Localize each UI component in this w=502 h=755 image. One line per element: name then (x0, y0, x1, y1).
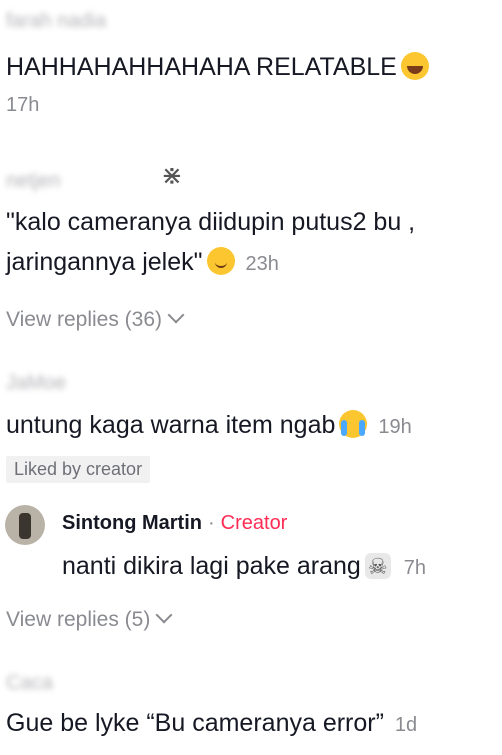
crying-emoji-icon (339, 410, 368, 438)
reply-header: Sintong Martin · Creator (62, 512, 287, 535)
liked-by-creator-badge: Liked by creator (6, 456, 151, 483)
comment-4-username[interactable]: Caca (6, 672, 53, 695)
comment-1-username[interactable]: farah nadia (6, 10, 106, 33)
view-replies-button-1[interactable]: View replies (36) (6, 306, 185, 332)
reply-time: 7h (403, 557, 427, 579)
comment-2-text-line1: "kalo cameranya diidupin putus2 bu , (6, 208, 416, 236)
avatar[interactable] (5, 505, 45, 545)
comment-4-text: Gue be lyke “Bu cameranya error” (6, 709, 384, 737)
reply-author-name[interactable]: Sintong Martin (62, 512, 202, 534)
comment-4-body: Gue be lyke “Bu cameranya error” 1d (6, 708, 417, 740)
view-replies-label-1: View replies (36) (6, 308, 163, 331)
comment-3-time: 19h (378, 416, 412, 438)
relieved-emoji-icon (206, 247, 235, 275)
mosquito-icon: ⋇ (161, 160, 183, 190)
comment-1-text: HAHHAHAHHAHAHA RELATABLE (6, 53, 397, 81)
comment-2-body-line2: jaringannya jelek" 23h (6, 247, 279, 279)
chevron-down-icon (155, 606, 173, 624)
chevron-down-icon (167, 306, 185, 324)
skull-crossbones-icon (364, 552, 391, 582)
creator-badge: Creator (220, 512, 288, 534)
comment-3-username[interactable]: JaMoe (6, 372, 66, 395)
comment-2-text-line2: jaringannya jelek" (6, 248, 203, 276)
comment-2-username[interactable]: netjen (6, 170, 61, 193)
comment-2-time: 23h (245, 253, 279, 275)
comment-1-time: 17h (6, 94, 40, 116)
comment-4-time: 1d (394, 714, 418, 736)
comment-3-text: untung kaga warna item ngab (6, 411, 336, 439)
view-replies-button-2[interactable]: View replies (5) (6, 606, 173, 632)
reply-body: nanti dikira lagi pake arang 7h (62, 551, 426, 583)
separator-dot: · (207, 512, 215, 534)
view-replies-label-2: View replies (5) (6, 608, 151, 631)
reply-text: nanti dikira lagi pake arang (62, 552, 361, 580)
comment-3-body: untung kaga warna item ngab 19h (6, 410, 412, 442)
comment-1-body: HAHHAHAHHAHAHA RELATABLE (6, 52, 429, 82)
laughing-emoji-icon (400, 52, 429, 80)
